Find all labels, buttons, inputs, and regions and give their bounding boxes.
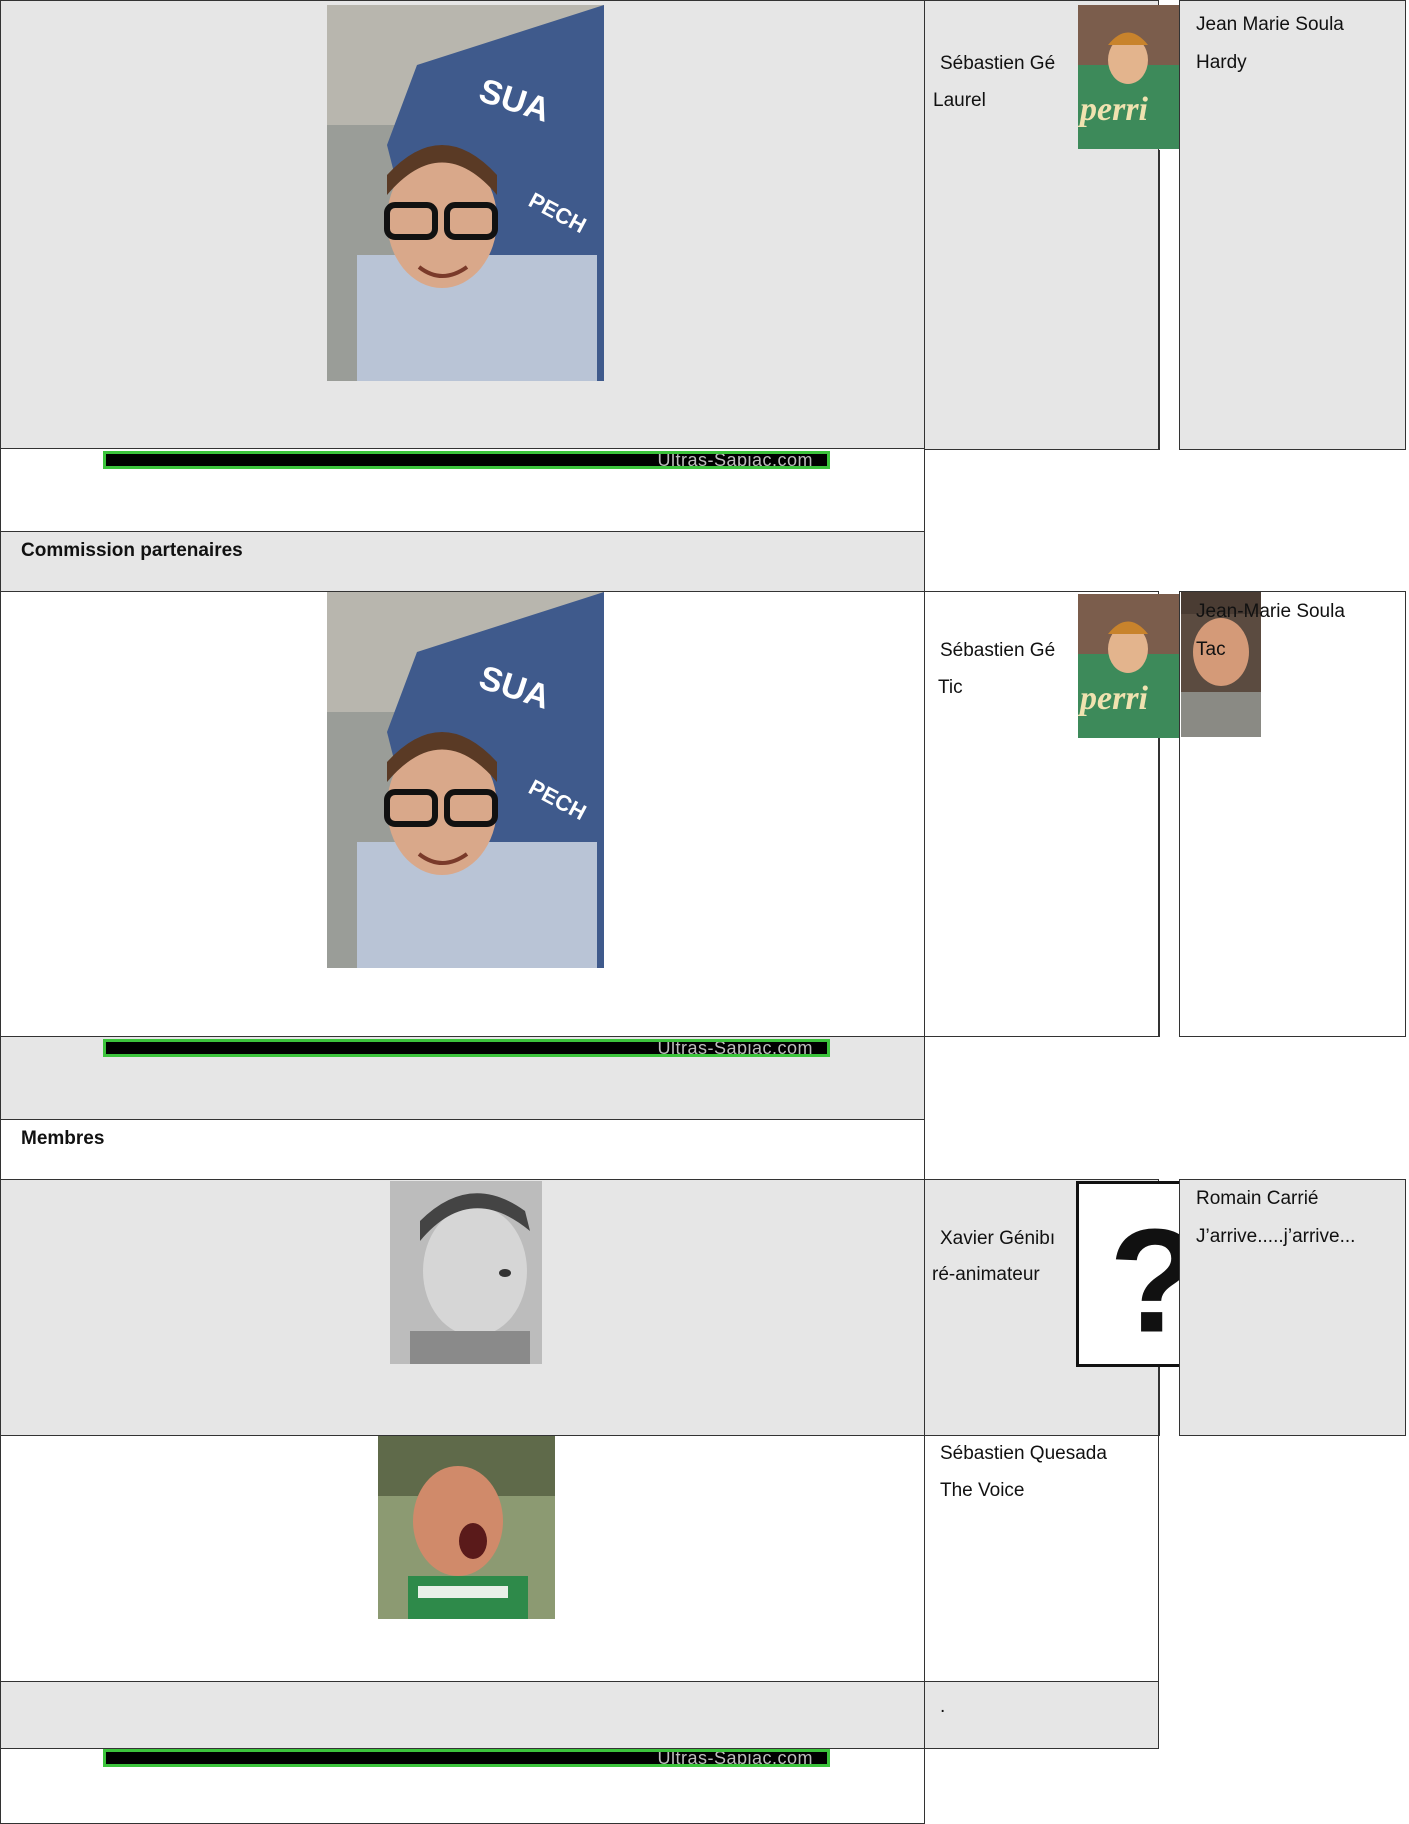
site-banner[interactable]: Ultras-Sapiac.com	[103, 451, 830, 469]
member-name: Jean Marie Soula	[1196, 14, 1344, 35]
site-banner[interactable]: Ultras-Sapiac.com	[103, 1039, 830, 1057]
svg-text:?: ?	[1109, 1198, 1179, 1364]
section-heading: Membres	[21, 1128, 105, 1149]
profile-photo	[378, 1436, 555, 1619]
perrier-ad-icon: perri	[1078, 594, 1179, 738]
profile-photo	[390, 1181, 542, 1364]
member-name: Romain Carrié	[1196, 1188, 1319, 1209]
section-heading: Commission partenaires	[21, 540, 243, 561]
member-nickname: The Voice	[940, 1480, 1025, 1501]
question-mark-icon: ?	[1076, 1181, 1179, 1367]
member-nickname: ré-animateur	[932, 1264, 1040, 1285]
profile-photo: SUA PECH CEPTION !	[327, 5, 604, 381]
empty-row-cell	[0, 1681, 925, 1749]
dot-text: .	[940, 1696, 946, 1717]
member-name: Sébastien Gé	[940, 640, 1056, 661]
svg-text:perri: perri	[1078, 680, 1149, 717]
svg-text:perri: perri	[1078, 91, 1149, 128]
column-divider	[924, 1748, 925, 1820]
member-nickname: Hardy	[1196, 52, 1247, 73]
member-name: Sébastien Gé	[940, 53, 1056, 74]
member-nickname: Tic	[938, 677, 963, 698]
profile-photo: SUA PECH CEPTION !	[327, 592, 604, 968]
member-name: Xavier Génibı	[940, 1228, 1056, 1249]
section-heading-cell	[0, 1119, 925, 1180]
member-name: Sébastien Quesada	[940, 1443, 1107, 1464]
member-name: Jean-Marie Soula	[1196, 601, 1345, 622]
member-nickname: Tac	[1196, 639, 1226, 660]
dot-cell	[924, 1681, 1159, 1749]
column-divider	[1159, 1367, 1160, 1436]
site-banner[interactable]: Ultras-Sapiac.com	[103, 1749, 830, 1767]
column-divider	[1159, 738, 1160, 1037]
member-nickname: J’arrive.....j’arrive...	[1196, 1226, 1356, 1247]
member-nickname: Laurel	[933, 90, 986, 111]
column-divider	[1159, 150, 1160, 450]
perrier-ad-icon: perri	[1078, 5, 1179, 149]
